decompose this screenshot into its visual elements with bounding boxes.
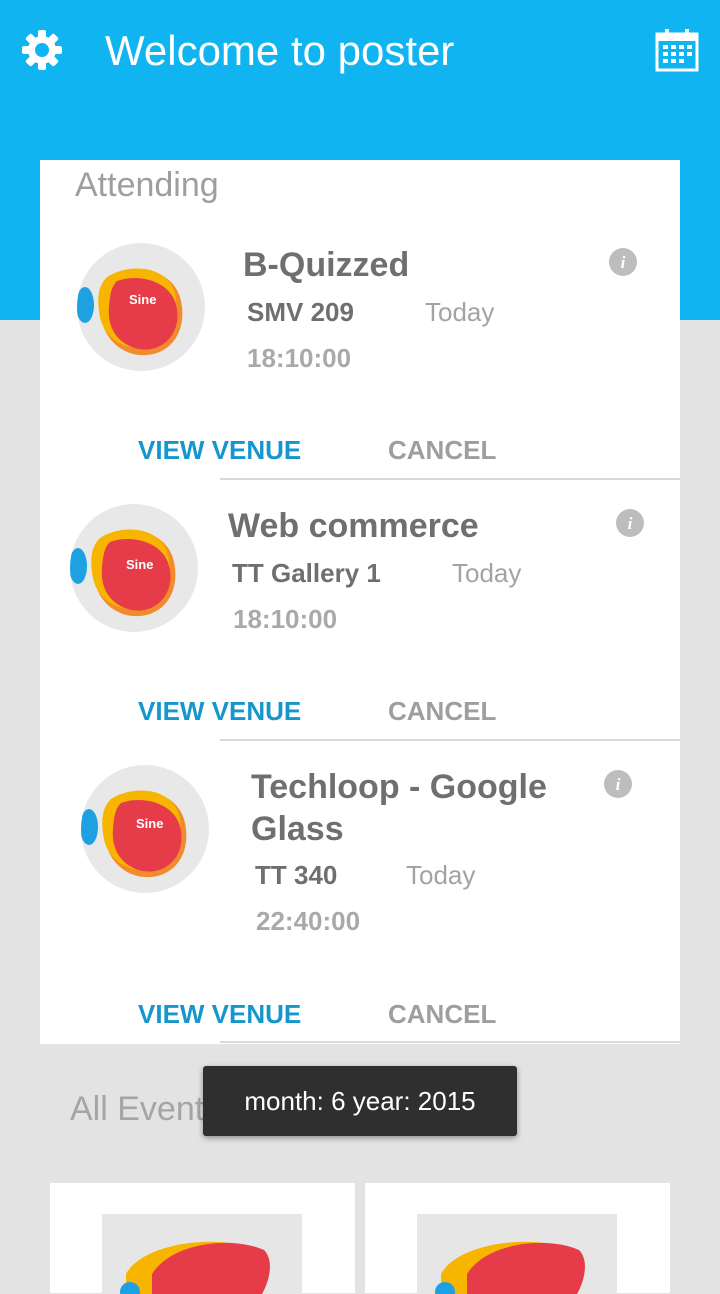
cancel-button[interactable]: CANCEL — [388, 696, 496, 727]
event-title: Web commerce — [228, 507, 479, 545]
attending-card: Attending Sine B-Quizzed SMV 209 Today 1… — [40, 160, 680, 1044]
view-venue-button[interactable]: VIEW VENUE — [138, 696, 301, 727]
section-label-all-events: All Events — [70, 1090, 222, 1128]
event-date: Today — [406, 860, 476, 890]
svg-text:i: i — [628, 514, 633, 533]
divider — [220, 1041, 680, 1043]
event-tile[interactable] — [50, 1183, 355, 1294]
logo-text: Sine — [136, 816, 164, 831]
info-icon[interactable]: i — [616, 509, 644, 537]
logo-text: Sine — [129, 292, 157, 307]
section-label-attending: Attending — [75, 166, 219, 204]
view-venue-button[interactable]: VIEW VENUE — [138, 435, 301, 466]
event-logo: Sine — [70, 504, 198, 632]
event-title: B-Quizzed — [243, 246, 410, 284]
event-venue: SMV 209 — [247, 297, 354, 327]
event-time: 22:40:00 — [256, 906, 361, 936]
cancel-button[interactable]: CANCEL — [388, 435, 496, 466]
svg-text:i: i — [616, 775, 621, 794]
event-logo: Sine — [81, 765, 209, 893]
event-logo: Sine — [77, 243, 205, 371]
event-time: 18:10:00 — [247, 343, 352, 373]
info-icon[interactable]: i — [609, 248, 637, 276]
divider — [220, 739, 680, 741]
event-title: Techloop - Google Glass — [251, 768, 547, 848]
logo-text: Sine — [126, 557, 154, 572]
calendar-icon[interactable] — [654, 28, 700, 74]
event-venue: TT 340 — [255, 860, 338, 890]
event-venue: TT Gallery 1 — [232, 558, 381, 588]
event-date: Today — [425, 297, 495, 327]
view-venue-button[interactable]: VIEW VENUE — [138, 999, 301, 1030]
event-tile-logo — [102, 1214, 302, 1294]
event-time: 18:10:00 — [233, 604, 338, 634]
cancel-button[interactable]: CANCEL — [388, 999, 496, 1030]
svg-text:i: i — [621, 253, 626, 272]
toast-message: month: 6 year: 2015 — [203, 1066, 517, 1136]
event-date: Today — [452, 558, 522, 588]
info-icon[interactable]: i — [604, 770, 632, 798]
event-tile-logo — [417, 1214, 617, 1294]
page-title: Welcome to poster — [105, 27, 455, 74]
gear-icon[interactable] — [20, 28, 64, 72]
divider — [220, 478, 680, 480]
event-tile[interactable] — [365, 1183, 670, 1294]
